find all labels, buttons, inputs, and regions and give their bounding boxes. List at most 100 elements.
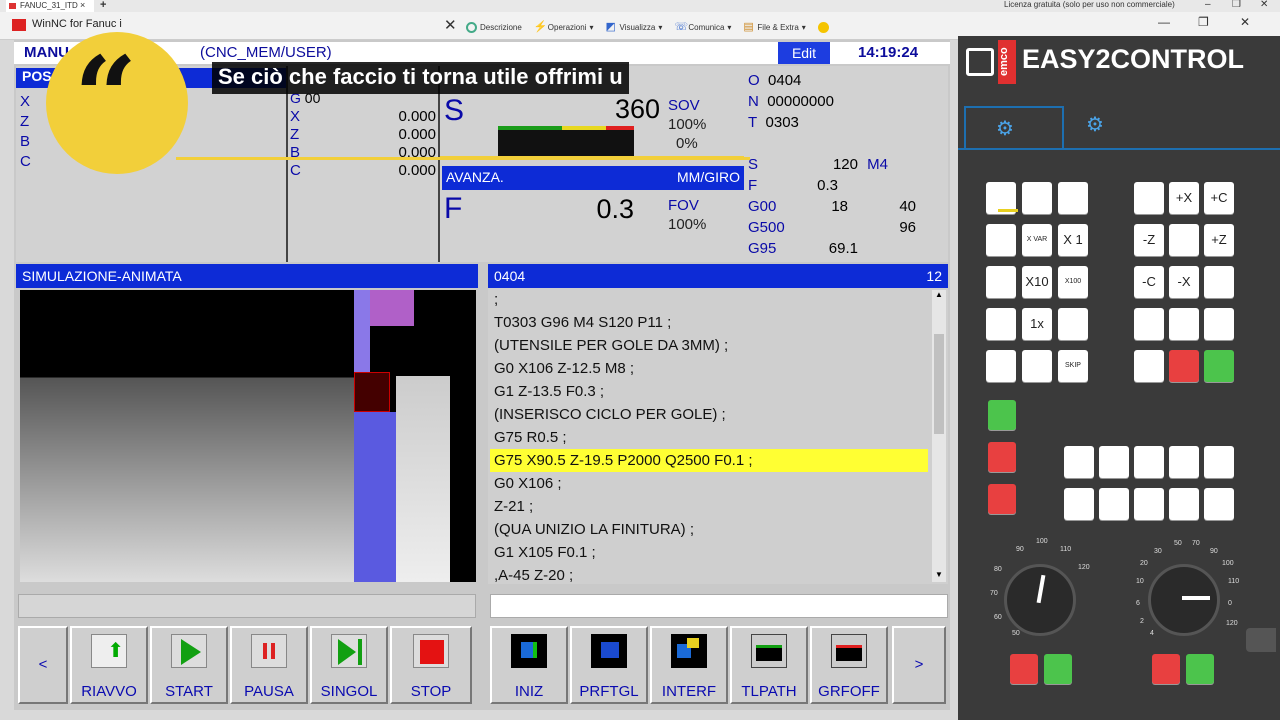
function-key[interactable]: [1169, 488, 1199, 520]
code-line[interactable]: G0 X106 Z-12.5 M8 ;: [490, 357, 928, 380]
panel-key[interactable]: X VAR: [1022, 224, 1052, 256]
close-x-icon[interactable]: ✕: [444, 16, 457, 34]
panel-key[interactable]: [1058, 182, 1088, 214]
code-line[interactable]: ,A-45 Z-20 ;: [490, 564, 928, 582]
panel-key[interactable]: X 1: [1058, 224, 1088, 256]
softkey-prftgl[interactable]: PRFTGL: [570, 626, 648, 704]
softkey-stop[interactable]: STOP: [390, 626, 472, 704]
panel-key[interactable]: +X: [1169, 182, 1199, 214]
function-key[interactable]: [1134, 446, 1164, 478]
panel-key[interactable]: [986, 266, 1016, 298]
panel-key[interactable]: [986, 350, 1016, 382]
function-key[interactable]: [1204, 488, 1234, 520]
softkey-iniz[interactable]: INIZ: [490, 626, 568, 704]
panel-key[interactable]: [1134, 350, 1164, 382]
panel-key[interactable]: [1022, 182, 1052, 214]
menu-file-extra[interactable]: ▤ File & Extra ▾: [743, 21, 805, 33]
menu-operazioni[interactable]: ⚡ Operazioni ▾: [534, 21, 594, 33]
menu-comunica[interactable]: ☏ Comunica ▾: [674, 21, 731, 33]
aux-on-key[interactable]: [1204, 350, 1234, 382]
subtitle-caption: Se ciò che faccio ti torna utile offrimi…: [212, 62, 629, 94]
softkey-singol[interactable]: SINGOL: [310, 626, 388, 704]
cycle-stop-key[interactable]: [988, 442, 1016, 472]
softkey-riavvo[interactable]: ⬆ RIAVVO: [70, 626, 148, 704]
panel-key[interactable]: -C: [1134, 266, 1164, 298]
browser-restore-button[interactable]: ❐: [1232, 0, 1241, 10]
aux-off-key[interactable]: [1169, 350, 1199, 382]
softkey-next[interactable]: >: [892, 626, 946, 704]
cycle-start-key[interactable]: [988, 400, 1016, 430]
code-line[interactable]: (UTENSILE PER GOLE DA 3MM) ;: [490, 334, 928, 357]
code-list[interactable]: ; T0303 G96 M4 S120 P11 ; (UTENSILE PER GO…: [490, 288, 928, 582]
softkey-start[interactable]: START: [150, 626, 228, 704]
tab-settings[interactable]: ⚙: [1086, 112, 1136, 142]
panel-key[interactable]: [1022, 350, 1052, 382]
panel-key[interactable]: X10: [1022, 266, 1052, 298]
side-tab[interactable]: [1246, 628, 1276, 652]
code-line[interactable]: (QUA UNIZIO LA FINITURA) ;: [490, 518, 928, 541]
panel-key[interactable]: [1134, 182, 1164, 214]
panel-key[interactable]: -X: [1169, 266, 1199, 298]
feed-start-key[interactable]: [1044, 654, 1072, 684]
panel-key[interactable]: [1204, 308, 1234, 340]
function-key[interactable]: [1099, 446, 1129, 478]
code-line[interactable]: G1 Z-13.5 F0.3 ;: [490, 380, 928, 403]
panel-key[interactable]: [1169, 308, 1199, 340]
menu-visualizza[interactable]: ◩ Visualizza ▾: [606, 21, 663, 33]
softkey-grfoff[interactable]: GRFOFF: [810, 626, 888, 704]
function-key[interactable]: [1204, 446, 1234, 478]
tab-close-button[interactable]: ×: [80, 0, 85, 10]
smiley-icon[interactable]: [817, 21, 829, 33]
panel-key[interactable]: +C: [1204, 182, 1234, 214]
scroll-up-icon[interactable]: ▲: [932, 290, 946, 302]
code-line[interactable]: G75 R0.5 ;: [490, 426, 928, 449]
feed-override-dial[interactable]: [1004, 564, 1076, 636]
window-close-button[interactable]: ✕: [1240, 15, 1250, 29]
feed-stop-key[interactable]: [1010, 654, 1038, 684]
panel-key[interactable]: +Z: [1204, 224, 1234, 256]
panel-key[interactable]: SKIP: [1058, 350, 1088, 382]
function-key[interactable]: [1134, 488, 1164, 520]
panel-key[interactable]: [986, 224, 1016, 256]
function-key[interactable]: [1064, 488, 1094, 520]
menu-descrizione[interactable]: Descrizione: [466, 21, 522, 33]
softkey-prev[interactable]: <: [18, 626, 68, 704]
code-line[interactable]: (INSERISCO CICLO PER GOLE) ;: [490, 403, 928, 426]
softkey-tlpath[interactable]: TLPATH: [730, 626, 808, 704]
browser-minimize-button[interactable]: –: [1205, 0, 1211, 10]
code-line[interactable]: G0 X106 ;: [490, 472, 928, 495]
window-restore-button[interactable]: ❐: [1198, 15, 1209, 29]
code-line[interactable]: G1 X105 F0.1 ;: [490, 541, 928, 564]
scroll-down-icon[interactable]: ▼: [932, 570, 946, 582]
spindle-stop-key[interactable]: [1152, 654, 1180, 684]
sim-title: SIMULAZIONE-ANIMATA: [22, 268, 182, 284]
spindle-override-dial[interactable]: [1148, 564, 1220, 636]
code-line[interactable]: Z-21 ;: [490, 495, 928, 518]
input-line[interactable]: [490, 594, 948, 618]
sim-canvas[interactable]: [20, 290, 476, 582]
panel-key[interactable]: X100: [1058, 266, 1088, 298]
panel-key[interactable]: [1169, 224, 1199, 256]
function-key[interactable]: [1064, 446, 1094, 478]
function-key[interactable]: [1099, 488, 1129, 520]
reset-key[interactable]: [988, 484, 1016, 514]
code-line[interactable]: ;: [490, 288, 928, 311]
panel-key[interactable]: -Z: [1134, 224, 1164, 256]
softkey-pausa[interactable]: PAUSA: [230, 626, 308, 704]
panel-key[interactable]: 1x: [1022, 308, 1052, 340]
function-key[interactable]: [1169, 446, 1199, 478]
window-minimize-button[interactable]: —: [1158, 15, 1170, 29]
panel-key[interactable]: [1204, 266, 1234, 298]
spindle-start-key[interactable]: [1186, 654, 1214, 684]
softkey-interf[interactable]: INTERF: [650, 626, 728, 704]
code-scrollbar[interactable]: ▲ ▼: [932, 290, 946, 582]
panel-key[interactable]: [1134, 308, 1164, 340]
browser-close-button[interactable]: ✕: [1260, 0, 1268, 10]
code-line[interactable]: G75 X90.5 Z-19.5 P2000 Q2500 F0.1 ;: [490, 449, 928, 472]
panel-key[interactable]: [1058, 308, 1088, 340]
panel-key[interactable]: [986, 308, 1016, 340]
tab-jog[interactable]: ⚙: [964, 106, 1064, 148]
scroll-thumb[interactable]: [934, 334, 944, 434]
code-line[interactable]: T0303 G96 M4 S120 P11 ;: [490, 311, 928, 334]
new-tab-button[interactable]: +: [100, 0, 106, 11]
